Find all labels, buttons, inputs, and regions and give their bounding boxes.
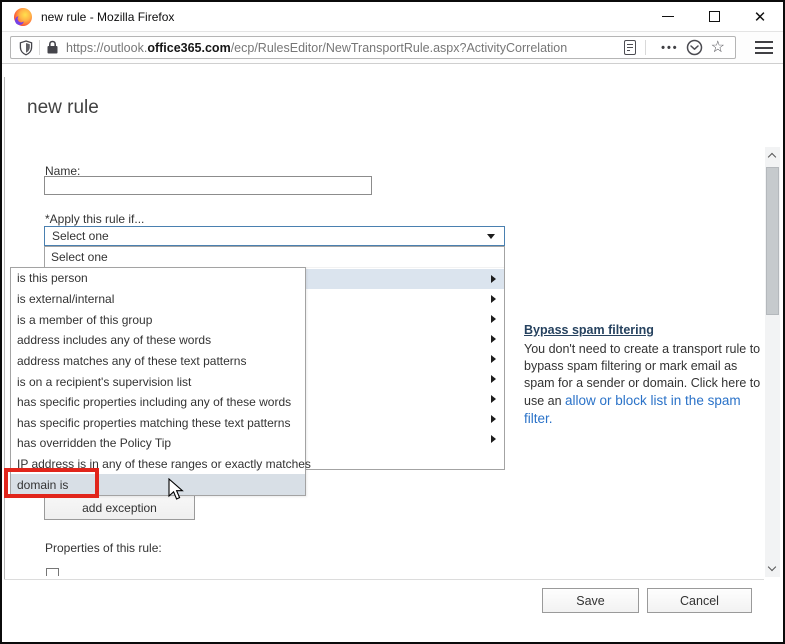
submenu-arrow-icon: [491, 375, 496, 383]
rule-checkbox[interactable]: [46, 568, 59, 576]
bookmark-star-icon[interactable]: ☆: [711, 40, 725, 56]
divider: [645, 40, 646, 55]
submenu-item-has-specific-properties-including-any-of-these-words[interactable]: has specific properties including any of…: [11, 392, 305, 413]
url-path: /ecp/RulesEditor/NewTransportRule.aspx?A…: [231, 41, 567, 55]
submenu-arrow-icon: [491, 315, 496, 323]
scrollbar-thumb[interactable]: [766, 167, 779, 315]
lock-icon[interactable]: [46, 40, 59, 55]
firefox-icon: [14, 8, 32, 26]
submenu-item-address-matches-any-of-these-text-patterns[interactable]: address matches any of these text patter…: [11, 351, 305, 372]
bypass-spam-filtering-link[interactable]: Bypass spam filtering: [524, 323, 654, 337]
navigation-bar: https://outlook.office365.com/ecp/RulesE…: [2, 32, 783, 64]
annotation-red-box: [4, 468, 99, 498]
maximize-button[interactable]: [691, 2, 737, 31]
pocket-icon[interactable]: [686, 39, 703, 56]
close-icon: ✕: [754, 8, 767, 26]
chevron-down-icon: [487, 234, 495, 239]
submenu-item-is-external-internal[interactable]: is external/internal: [11, 289, 305, 310]
title-bar: new rule - Mozilla Firefox ✕: [2, 2, 783, 32]
help-body: You don't need to create a transport rul…: [524, 341, 766, 428]
url-prefix: https://outlook.: [66, 41, 147, 55]
submenu-arrow-icon: [491, 395, 496, 403]
tracking-shield-icon[interactable]: [19, 40, 33, 56]
page-title: new rule: [27, 97, 99, 119]
menu-icon[interactable]: [755, 40, 773, 55]
help-panel: Bypass spam filtering You don't need to …: [524, 323, 766, 428]
maximize-icon: [709, 11, 720, 22]
panel-bottom-border: [4, 579, 764, 580]
page-content: new rule Name: *Apply this rule if... Se…: [2, 65, 783, 642]
firefox-window: new rule - Mozilla Firefox ✕ https://out…: [0, 0, 785, 644]
properties-label: Properties of this rule:: [45, 541, 162, 555]
submenu-arrow-icon: [491, 355, 496, 363]
submenu-item-is-a-member-of-this-group[interactable]: is a member of this group: [11, 309, 305, 330]
mouse-cursor-icon: [168, 478, 188, 505]
submenu-item-has-overridden-the-policy-tip[interactable]: has overridden the Policy Tip: [11, 433, 305, 454]
apply-rule-select-value: Select one: [52, 229, 109, 243]
submenu-item-address-includes-any-of-these-words[interactable]: address includes any of these words: [11, 330, 305, 351]
condition-submenu: is this personis external/internalis a m…: [10, 267, 306, 496]
submenu-item-is-this-person[interactable]: is this person: [11, 268, 305, 289]
divider: [39, 40, 40, 55]
minimize-button[interactable]: [645, 2, 691, 31]
url-domain: office365.com: [147, 41, 230, 55]
window-title: new rule - Mozilla Firefox: [41, 10, 174, 24]
submenu-arrow-icon: [491, 415, 496, 423]
submenu-item-is-on-a-recipient-s-supervision-list[interactable]: is on a recipient's supervision list: [11, 371, 305, 392]
minimize-icon: [662, 16, 674, 17]
dropdown-item-select-one[interactable]: Select one: [45, 247, 504, 268]
url-bar[interactable]: https://outlook.office365.com/ecp/RulesE…: [10, 36, 736, 59]
submenu-arrow-icon: [491, 435, 496, 443]
apply-rule-select[interactable]: Select one: [44, 226, 505, 246]
close-button[interactable]: ✕: [737, 2, 783, 31]
name-input[interactable]: [44, 176, 372, 195]
vertical-scrollbar[interactable]: [765, 147, 780, 577]
cancel-button[interactable]: Cancel: [647, 588, 752, 613]
page-actions-icon[interactable]: •••: [661, 42, 679, 54]
panel-left-border: [4, 77, 5, 580]
submenu-item-has-specific-properties-matching-these-text-patterns[interactable]: has specific properties matching these t…: [11, 412, 305, 433]
reader-mode-icon[interactable]: [620, 40, 636, 55]
scroll-down-icon[interactable]: [768, 563, 776, 571]
save-button[interactable]: Save: [542, 588, 639, 613]
scroll-up-icon[interactable]: [768, 153, 776, 161]
submenu-arrow-icon: [491, 275, 496, 283]
url-text[interactable]: https://outlook.office365.com/ecp/RulesE…: [66, 41, 620, 55]
submenu-arrow-icon: [491, 295, 496, 303]
apply-rule-label: *Apply this rule if...: [45, 212, 144, 226]
submenu-arrow-icon: [491, 335, 496, 343]
